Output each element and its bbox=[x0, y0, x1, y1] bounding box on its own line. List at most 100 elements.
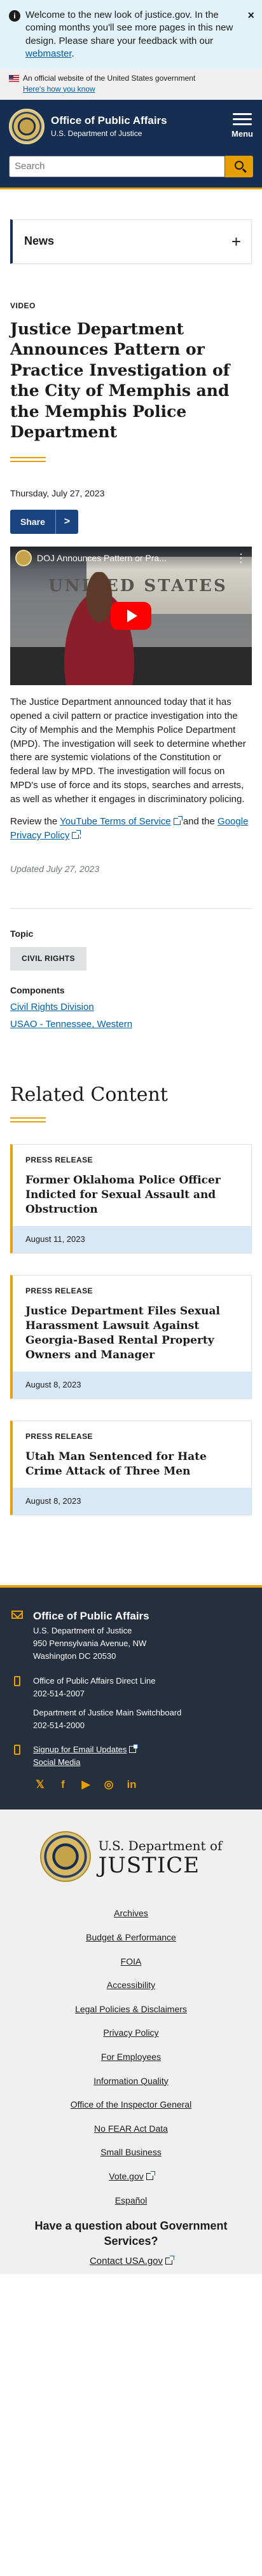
article-body: The Justice Department announced today t… bbox=[10, 697, 246, 805]
footer-link-info-quality[interactable]: Information Quality bbox=[10, 2075, 252, 2088]
direct-line-label: Office of Public Affairs Direct Line bbox=[33, 1675, 156, 1686]
card-title[interactable]: Justice Department Files Sexual Harassme… bbox=[25, 1304, 238, 1363]
footer-contact: Office of Public Affairs U.S. Department… bbox=[0, 1584, 262, 1810]
search-input[interactable] bbox=[9, 155, 225, 177]
related-card[interactable]: PRESS RELEASE Justice Department Files S… bbox=[10, 1275, 252, 1399]
menu-label: Menu bbox=[231, 128, 253, 139]
menu-button[interactable]: Menu bbox=[231, 112, 253, 140]
updated-date: Updated July 27, 2023 bbox=[10, 863, 100, 874]
switchboard-number[interactable]: 202-514-2000 bbox=[33, 1719, 181, 1732]
related-card[interactable]: PRESS RELEASE Former Oklahoma Police Off… bbox=[10, 1144, 252, 1254]
facebook-icon[interactable]: f bbox=[56, 1778, 70, 1792]
footer-logo[interactable]: U.S. Department of JUSTICE bbox=[10, 1831, 252, 1883]
footer-link-archives[interactable]: Archives bbox=[10, 1907, 252, 1920]
phone-icon bbox=[14, 1675, 20, 1686]
device-icon bbox=[14, 1745, 20, 1755]
component-link-usao-tn-western[interactable]: USAO - Tennessee, Western bbox=[10, 1018, 252, 1031]
footer-office-title: Office of Public Affairs bbox=[33, 1609, 149, 1622]
chevron-right-icon[interactable]: > bbox=[55, 510, 78, 535]
site-header: Office of Public Affairs U.S. Department… bbox=[0, 99, 262, 184]
footer-link-oig[interactable]: Office of the Inspector General bbox=[10, 2099, 252, 2111]
services-question: Have a question about Government Service… bbox=[34, 2219, 228, 2248]
doj-seal-icon bbox=[9, 108, 45, 144]
card-title[interactable]: Utah Man Sentenced for Hate Crime Attack… bbox=[25, 1450, 238, 1479]
doj-seal-icon bbox=[39, 1831, 91, 1883]
footer-link-vote[interactable]: Vote.gov bbox=[10, 2171, 252, 2183]
social-media-link[interactable]: Social Media bbox=[33, 1757, 80, 1767]
channel-avatar-icon[interactable] bbox=[15, 550, 32, 567]
mail-icon bbox=[11, 1610, 23, 1619]
card-title[interactable]: Former Oklahoma Police Officer Indicted … bbox=[25, 1173, 238, 1217]
divider bbox=[10, 908, 252, 910]
related-content: Related Content PRESS RELEASE Former Okl… bbox=[0, 1082, 262, 1515]
footer-link-espanol[interactable]: Español bbox=[10, 2195, 252, 2207]
related-card[interactable]: PRESS RELEASE Utah Man Sentenced for Hat… bbox=[10, 1420, 252, 1515]
video-player[interactable]: UNITED STATES DOJ Announces Pattern or P… bbox=[10, 547, 252, 686]
footer-link-accessibility[interactable]: Accessibility bbox=[10, 1979, 252, 1992]
instagram-icon[interactable]: ◎ bbox=[102, 1778, 116, 1792]
footer-links: U.S. Department of JUSTICE Archives Budg… bbox=[0, 1809, 262, 2274]
site-subtitle: U.S. Department of Justice bbox=[51, 129, 142, 139]
webmaster-link[interactable]: webmaster bbox=[25, 48, 72, 59]
plus-icon: + bbox=[231, 231, 241, 251]
article-date: Thursday, July 27, 2023 bbox=[10, 487, 105, 498]
topic-heading: Topic bbox=[10, 929, 34, 939]
twitter-icon[interactable]: 𝕏 bbox=[33, 1778, 47, 1792]
social-icons: 𝕏 f ▶ ◎ in bbox=[10, 1778, 252, 1792]
related-heading: Related Content bbox=[10, 1084, 168, 1107]
play-icon[interactable] bbox=[111, 602, 151, 630]
footer-link-employees[interactable]: For Employees bbox=[10, 2051, 252, 2064]
linkedin-icon[interactable]: in bbox=[125, 1778, 139, 1792]
more-options-icon[interactable]: ⋮ bbox=[231, 550, 247, 566]
address-line: 950 Pennsylvania Avenue, NW bbox=[33, 1639, 147, 1649]
footer-link-legal[interactable]: Legal Policies & Disclaimers bbox=[10, 2003, 252, 2016]
official-gov-banner: An official website of the United States… bbox=[0, 69, 262, 100]
news-accordion-label: News bbox=[24, 235, 55, 248]
title-divider bbox=[10, 456, 46, 462]
footer-link-budget[interactable]: Budget & Performance bbox=[10, 1932, 252, 1944]
direct-line-number[interactable]: 202-514-2007 bbox=[33, 1687, 181, 1700]
article-title: Justice Department Announces Pattern or … bbox=[10, 319, 230, 442]
video-title[interactable]: DOJ Announces Pattern or Pra... bbox=[37, 552, 231, 565]
heres-how-you-know-toggle[interactable]: Here's how you know bbox=[9, 84, 253, 95]
site-notice-banner: i Welcome to the new look of justice.gov… bbox=[0, 0, 262, 69]
search-button[interactable] bbox=[225, 155, 253, 177]
share-control: Share > bbox=[10, 510, 252, 535]
card-date: August 8, 2023 bbox=[13, 1371, 251, 1398]
email-signup-link[interactable]: Signup for Email Updates bbox=[33, 1744, 139, 1754]
site-logo-link[interactable]: Office of Public Affairs U.S. Department… bbox=[9, 108, 167, 144]
close-icon[interactable]: × bbox=[247, 8, 254, 23]
related-divider bbox=[10, 1117, 46, 1123]
share-button[interactable]: Share bbox=[10, 510, 55, 535]
notice-text: Welcome to the new look of justice.gov. … bbox=[25, 10, 233, 59]
card-type: PRESS RELEASE bbox=[25, 1286, 93, 1296]
footer-link-privacy[interactable]: Privacy Policy bbox=[10, 2027, 252, 2040]
review-terms-text: Review the YouTube Terms of Service and … bbox=[10, 816, 249, 842]
footer-logo-line1: U.S. Department of bbox=[98, 1838, 223, 1854]
external-link-icon bbox=[129, 1744, 139, 1754]
header-accent-bar bbox=[0, 183, 262, 189]
switchboard-label: Department of Justice Main Switchboard bbox=[33, 1707, 182, 1717]
content-type-label: VIDEO bbox=[10, 301, 36, 310]
youtube-icon[interactable]: ▶ bbox=[79, 1778, 93, 1792]
external-link-icon bbox=[72, 830, 81, 840]
article: VIDEO Justice Department Announces Patte… bbox=[0, 301, 262, 1031]
youtube-terms-link[interactable]: YouTube Terms of Service bbox=[60, 816, 183, 827]
footer-link-small-business[interactable]: Small Business bbox=[10, 2146, 252, 2159]
footer-link-no-fear[interactable]: No FEAR Act Data bbox=[10, 2123, 252, 2136]
footer-link-foia[interactable]: FOIA bbox=[10, 1956, 252, 1968]
site-title: Office of Public Affairs bbox=[51, 114, 167, 127]
external-link-icon bbox=[173, 816, 183, 826]
contact-usagov-link[interactable]: Contact USA.gov bbox=[10, 2254, 252, 2268]
topic-tag[interactable]: CIVIL RIGHTS bbox=[10, 947, 86, 971]
components-heading: Components bbox=[10, 985, 65, 995]
external-link-icon bbox=[165, 2255, 175, 2265]
address-line: U.S. Department of Justice bbox=[33, 1626, 132, 1636]
footer-logo-line2: JUSTICE bbox=[98, 1853, 200, 1879]
external-link-icon bbox=[146, 2171, 155, 2180]
card-date: August 11, 2023 bbox=[13, 1226, 251, 1253]
news-accordion[interactable]: News + bbox=[10, 219, 252, 264]
card-type: PRESS RELEASE bbox=[25, 1431, 93, 1441]
component-link-civil-rights[interactable]: Civil Rights Division bbox=[10, 1000, 252, 1014]
us-flag-icon bbox=[9, 75, 19, 83]
